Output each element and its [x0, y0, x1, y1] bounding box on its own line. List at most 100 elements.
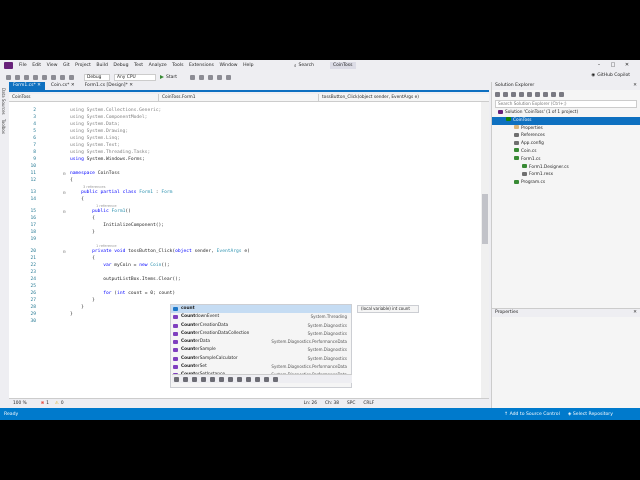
show-all-files-icon[interactable]	[551, 92, 556, 97]
back-icon[interactable]	[495, 92, 500, 97]
warning-icon[interactable]: ⚠	[55, 401, 59, 406]
menu-view[interactable]: View	[47, 63, 58, 68]
completion-item[interactable]: CounterData System.Diagnostics.Performanc…	[171, 338, 351, 346]
tree-item[interactable]: Solution 'CoinToss' (1 of 1 project)	[492, 109, 640, 117]
completion-item[interactable]: CounterSampleCalculator System.Diagnostic…	[171, 355, 351, 363]
completion-item[interactable]: CounterCreationDataCollection System.Diag…	[171, 330, 351, 338]
maximize-button[interactable]: □	[608, 62, 618, 69]
tree-item[interactable]: Properties	[492, 125, 640, 133]
filter-event-icon[interactable]	[210, 376, 215, 382]
document-tab-1[interactable]: Coin.cs* ✕	[47, 82, 79, 90]
close-window-button[interactable]: ✕	[622, 62, 632, 69]
class-dropdown[interactable]: CoinToss.Form1	[159, 94, 319, 101]
configuration-dropdown[interactable]: Debug	[84, 73, 110, 81]
open-icon[interactable]	[33, 74, 38, 80]
platform-dropdown[interactable]: Any CPU	[114, 73, 156, 81]
local-variable-icon	[173, 307, 178, 311]
menu-git[interactable]: Git	[63, 63, 70, 68]
line-ending[interactable]: CRLF	[363, 401, 374, 406]
menu-file[interactable]: File	[19, 63, 27, 68]
collapse-all-icon[interactable]	[543, 92, 548, 97]
tree-item[interactable]: App.config	[492, 140, 640, 148]
project-dropdown[interactable]: CoinToss	[9, 94, 159, 101]
forward-icon[interactable]	[15, 74, 20, 80]
filter-enum-icon[interactable]	[264, 376, 269, 382]
filter-delegate-icon[interactable]	[273, 376, 278, 382]
menu-analyze[interactable]: Analyze	[149, 63, 167, 68]
properties-icon[interactable]	[559, 92, 564, 97]
close-tab-icon[interactable]: ✕	[128, 83, 133, 88]
close-tab-icon[interactable]: ✕	[36, 83, 41, 88]
menu-window[interactable]: Window	[219, 63, 237, 68]
completion-item[interactable]: CounterSample System.Diagnostics	[171, 346, 351, 354]
filter-snippet-icon[interactable]	[237, 376, 242, 382]
select-repository-button[interactable]: ◈ Select Repository	[568, 412, 613, 417]
filter-property-icon[interactable]	[192, 376, 197, 382]
save-icon[interactable]	[42, 74, 47, 80]
refresh-icon[interactable]	[535, 92, 540, 97]
completion-item[interactable]: CounterSet System.Diagnostics.Performance…	[171, 363, 351, 371]
panel-close-icon[interactable]: ✕	[633, 309, 637, 317]
tree-item[interactable]: Form1.Designer.cs	[492, 164, 640, 172]
completion-item[interactable]: CountdownEvent System.Threading	[171, 313, 351, 321]
comment-icon[interactable]	[217, 74, 222, 80]
panel-close-icon[interactable]: ✕	[633, 82, 637, 90]
filter-class-icon[interactable]	[174, 376, 179, 382]
menu-build[interactable]: Build	[96, 63, 108, 68]
redo-icon[interactable]	[69, 74, 74, 80]
solution-explorer-search-input[interactable]: Search Solution Explorer (Ctrl+;)	[495, 100, 637, 108]
uncomment-icon[interactable]	[226, 74, 231, 80]
document-tab-label: Form1.cs [Design]*	[84, 83, 128, 88]
new-item-icon[interactable]	[24, 74, 29, 80]
tree-item[interactable]: Form1.resx	[492, 171, 640, 179]
switch-views-icon[interactable]	[519, 92, 524, 97]
add-source-control-button[interactable]: ↑ Add to Source Control	[504, 412, 560, 417]
start-button[interactable]: Start	[160, 75, 182, 80]
indent-mode[interactable]: SPC	[347, 401, 355, 406]
menu-test[interactable]: Test	[134, 63, 143, 68]
sync-icon[interactable]	[527, 92, 532, 97]
filter-namespace-icon[interactable]	[219, 376, 224, 382]
debug-tools-icon[interactable]	[199, 74, 204, 80]
menu-debug[interactable]: Debug	[113, 63, 128, 68]
menu-help[interactable]: Help	[243, 63, 253, 68]
filter-interface-icon[interactable]	[246, 376, 251, 382]
toolbox-tab[interactable]: Toolbox	[1, 119, 6, 134]
search-button[interactable]: ⌕ Search	[294, 62, 326, 69]
menu-edit[interactable]: Edit	[32, 63, 41, 68]
zoom-level[interactable]: 100 %	[13, 401, 27, 406]
home-icon[interactable]	[511, 92, 516, 97]
editor-vertical-scrollbar[interactable]	[481, 102, 489, 398]
save-all-icon[interactable]	[51, 74, 56, 80]
tree-item[interactable]: Program.cs	[492, 179, 640, 187]
menu-extensions[interactable]: Extensions	[189, 63, 214, 68]
filter-struct-icon[interactable]	[255, 376, 260, 382]
document-tab-0[interactable]: Form1.cs* ✕	[9, 82, 45, 90]
tree-item[interactable]: CoinToss	[492, 116, 640, 125]
close-tab-icon[interactable]: ✕	[69, 83, 75, 88]
tree-item[interactable]: Coin.cs	[492, 148, 640, 156]
document-tab-2[interactable]: Form1.cs [Design]* ✕	[81, 82, 137, 90]
error-icon[interactable]: ⊗	[41, 401, 45, 406]
minimize-button[interactable]: –	[594, 62, 604, 69]
scroll-thumb[interactable]	[482, 194, 488, 244]
data-sources-tab[interactable]: Data Sources	[1, 88, 6, 115]
tree-item[interactable]: Form1.cs	[492, 156, 640, 164]
forward-icon[interactable]	[503, 92, 508, 97]
completion-item[interactable]: CounterCreationData System.Diagnostics	[171, 322, 351, 330]
menu-project[interactable]: Project	[75, 63, 91, 68]
undo-icon[interactable]	[60, 74, 65, 80]
bookmark-icon[interactable]	[208, 74, 213, 80]
completion-item[interactable]: count	[171, 305, 351, 314]
tree-item[interactable]: References	[492, 132, 640, 140]
document-tab-label: Form1.cs*	[13, 83, 36, 88]
github-copilot-button[interactable]: ◉ GitHub Copilot	[591, 73, 630, 78]
hot-reload-icon[interactable]	[190, 74, 195, 80]
menu-tools[interactable]: Tools	[172, 63, 183, 68]
completion-namespace: System.Diagnostics	[307, 322, 347, 328]
filter-method-icon[interactable]	[183, 376, 188, 382]
filter-field-icon[interactable]	[201, 376, 206, 382]
filter-keyword-icon[interactable]	[228, 376, 233, 382]
member-dropdown[interactable]: tossButton_Click(object sender, EventArg…	[319, 94, 487, 101]
back-icon[interactable]	[6, 74, 11, 80]
